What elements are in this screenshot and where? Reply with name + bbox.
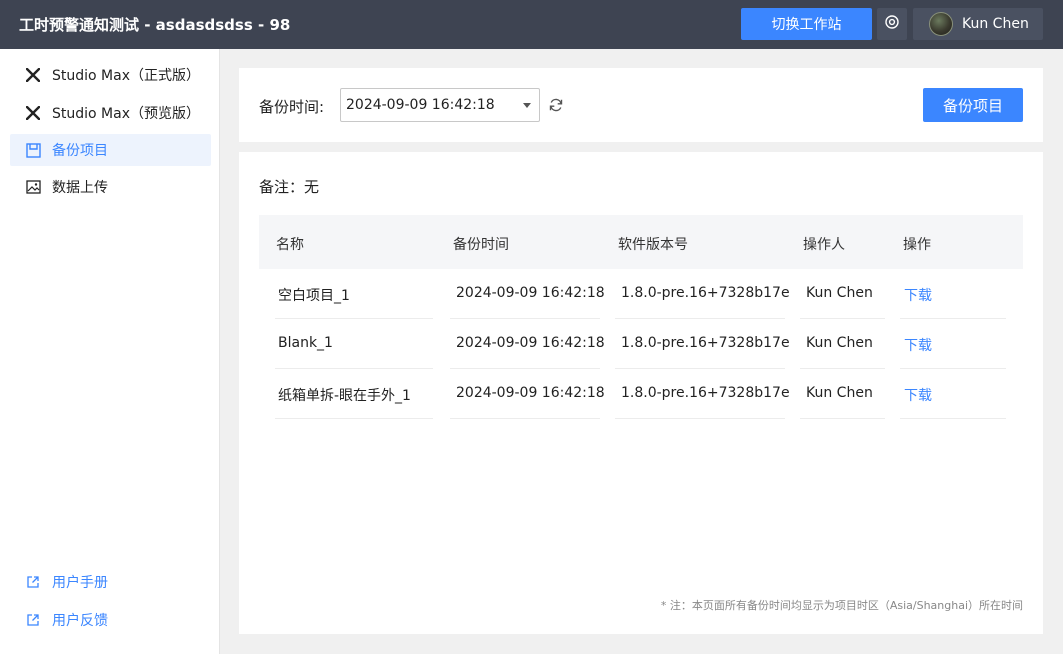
external-link-icon <box>25 612 41 628</box>
sidebar: Studio Max（正式版） Studio Max（预览版） 备份项目 数据上… <box>0 49 220 654</box>
top-bar: 工时预警通知测试 - asdasdsdss - 98 切换工作站 Kun Che… <box>0 0 1063 49</box>
cell-version: 1.8.0-pre.16+7328b17e <box>621 335 790 351</box>
settings-icon <box>884 14 900 34</box>
table-row: Blank_1 2024-09-09 16:42:18 1.8.0-pre.16… <box>259 319 1023 369</box>
backup-icon <box>25 142 41 158</box>
cell-operator: Kun Chen <box>806 335 873 351</box>
sidebar-item-backup-project[interactable]: 备份项目 <box>10 134 211 166</box>
download-link[interactable]: 下载 <box>904 335 932 355</box>
avatar <box>929 12 953 36</box>
row-divider <box>900 418 1006 419</box>
switch-workstation-button[interactable]: 切换工作站 <box>741 8 872 40</box>
backup-list-panel: 备注：无 名称 备份时间 软件版本号 操作人 操作 空白项目_1 2024-09… <box>239 152 1043 634</box>
column-header-backup-time: 备份时间 <box>453 237 509 253</box>
cell-operator: Kun Chen <box>806 285 873 301</box>
cell-version: 1.8.0-pre.16+7328b17e <box>621 385 790 401</box>
column-header-version: 软件版本号 <box>618 237 688 253</box>
download-link[interactable]: 下载 <box>904 285 932 305</box>
sidebar-link-user-feedback[interactable]: 用户反馈 <box>10 604 211 636</box>
sidebar-link-user-manual[interactable]: 用户手册 <box>10 566 211 598</box>
sidebar-item-studio-max-release[interactable]: Studio Max（正式版） <box>10 59 211 91</box>
backup-table: 名称 备份时间 软件版本号 操作人 操作 空白项目_1 2024-09-09 1… <box>259 215 1023 419</box>
timezone-footnote: * 注：本页面所有备份时间均显示为项目时区（Asia/Shanghai）所在时间 <box>660 599 1023 612</box>
cell-name: 空白项目_1 <box>278 288 350 304</box>
studio-max-icon <box>25 105 41 121</box>
user-name: Kun Chen <box>962 16 1029 32</box>
backup-filter-panel: 备份时间: 2024-09-09 16:42:18 备份项目 <box>239 68 1043 142</box>
table-row: 空白项目_1 2024-09-09 16:42:18 1.8.0-pre.16+… <box>259 269 1023 319</box>
sidebar-item-label: 数据上传 <box>52 180 108 196</box>
settings-button[interactable] <box>877 8 907 40</box>
backup-time-value: 2024-09-09 16:42:18 <box>346 97 495 113</box>
sidebar-link-label: 用户手册 <box>52 575 108 591</box>
image-upload-icon <box>25 179 41 195</box>
backup-time-select[interactable]: 2024-09-09 16:42:18 <box>340 88 540 122</box>
table-row: 纸箱单拆-眼在手外_1 2024-09-09 16:42:18 1.8.0-pr… <box>259 369 1023 419</box>
backup-time-label: 备份时间: <box>259 98 325 116</box>
cell-backup-time: 2024-09-09 16:42:18 <box>456 285 605 301</box>
user-menu-button[interactable]: Kun Chen <box>913 8 1043 40</box>
sidebar-item-data-upload[interactable]: 数据上传 <box>10 171 211 203</box>
row-divider <box>275 418 433 419</box>
sidebar-item-studio-max-preview[interactable]: Studio Max（预览版） <box>10 97 211 129</box>
cell-backup-time: 2024-09-09 16:42:18 <box>456 335 605 351</box>
cell-name: Blank_1 <box>278 335 333 351</box>
refresh-icon[interactable] <box>548 97 564 113</box>
sidebar-item-label: Studio Max（正式版） <box>52 68 200 84</box>
row-divider <box>450 418 600 419</box>
row-divider <box>800 418 885 419</box>
table-header: 名称 备份时间 软件版本号 操作人 操作 <box>259 215 1023 269</box>
cell-backup-time: 2024-09-09 16:42:18 <box>456 385 605 401</box>
column-header-operator: 操作人 <box>803 237 845 253</box>
external-link-icon <box>25 574 41 590</box>
app-title: 工时预警通知测试 - asdasdsdss - 98 <box>19 16 291 34</box>
backup-project-button[interactable]: 备份项目 <box>923 88 1023 122</box>
chevron-down-icon <box>523 103 531 108</box>
cell-version: 1.8.0-pre.16+7328b17e <box>621 285 790 301</box>
download-link[interactable]: 下载 <box>904 385 932 405</box>
studio-max-icon <box>25 67 41 83</box>
row-divider <box>615 418 785 419</box>
column-header-name: 名称 <box>276 237 304 253</box>
column-header-action: 操作 <box>903 237 931 253</box>
cell-name: 纸箱单拆-眼在手外_1 <box>278 388 411 404</box>
remark-text: 备注：无 <box>259 178 320 196</box>
sidebar-link-label: 用户反馈 <box>52 613 108 629</box>
cell-operator: Kun Chen <box>806 385 873 401</box>
sidebar-item-label: Studio Max（预览版） <box>52 106 200 122</box>
sidebar-item-label: 备份项目 <box>52 143 108 159</box>
